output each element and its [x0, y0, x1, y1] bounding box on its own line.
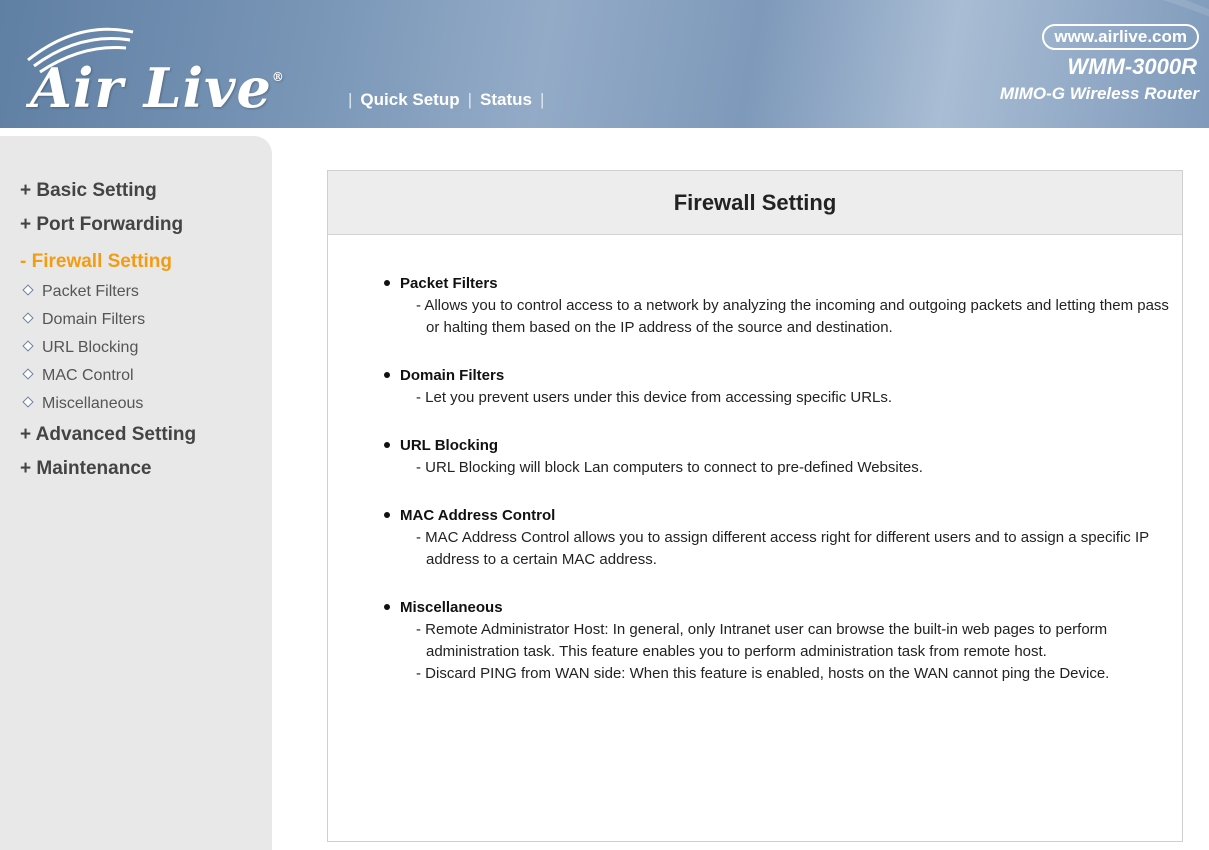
diamond-bullet-icon: [22, 312, 34, 324]
section-title: Miscellaneous: [384, 597, 1182, 619]
section-title: Domain Filters: [384, 365, 1182, 387]
sidebar-subitem-miscellaneous[interactable]: Miscellaneous: [20, 390, 196, 418]
diamond-bullet-icon: [22, 396, 34, 408]
sidebar-subitem-label: Domain Filters: [42, 311, 146, 328]
sidebar-subitem-mac-control[interactable]: MAC Control: [20, 362, 196, 390]
section-url-blocking: URL Blocking - URL Blocking will block L…: [384, 435, 1182, 479]
model-name: WMM-3000R: [1067, 54, 1197, 79]
section-description: - Allows you to control access to a netw…: [416, 297, 1169, 336]
section-domain-filters: Domain Filters - Let you prevent users u…: [384, 365, 1182, 409]
sidebar-subitem-domain-filters[interactable]: Domain Filters: [20, 306, 196, 334]
section-miscellaneous: Miscellaneous - Remote Administrator Hos…: [384, 597, 1182, 685]
sidebar-subitem-url-blocking[interactable]: URL Blocking: [20, 334, 196, 362]
section-title-text: Packet Filters: [400, 275, 498, 292]
sidebar-subitem-label: MAC Control: [42, 367, 134, 384]
quick-setup-link[interactable]: Quick Setup: [360, 90, 459, 109]
sidebar-subitem-packet-filters[interactable]: Packet Filters: [20, 278, 196, 306]
website-url[interactable]: www.airlive.com: [1042, 24, 1199, 50]
section-description: - Remote Administrator Host: In general,…: [416, 621, 1108, 660]
section-description: - Let you prevent users under this devic…: [416, 389, 893, 406]
bullet-icon: [384, 442, 390, 448]
bullet-icon: [384, 372, 390, 378]
content-panel: Firewall Setting Packet Filters - Allows…: [327, 170, 1183, 842]
sidebar-subitem-label: Packet Filters: [42, 283, 139, 300]
sidebar-menu: + Basic Setting + Port Forwarding - Fire…: [20, 174, 196, 486]
registered-mark: ®: [271, 70, 285, 84]
status-link[interactable]: Status: [480, 90, 532, 109]
bullet-icon: [384, 512, 390, 518]
sidebar-item-maintenance[interactable]: + Maintenance: [20, 452, 196, 486]
section-list: Packet Filters - Allows you to control a…: [328, 235, 1182, 685]
page-title: Firewall Setting: [328, 171, 1182, 235]
section-packet-filters: Packet Filters - Allows you to control a…: [384, 273, 1182, 339]
section-mac-address-control: MAC Address Control - MAC Address Contro…: [384, 505, 1182, 571]
section-title-text: Miscellaneous: [400, 599, 503, 616]
section-title: URL Blocking: [384, 435, 1182, 457]
sidebar-item-advanced-setting[interactable]: + Advanced Setting: [20, 418, 196, 452]
section-description: - URL Blocking will block Lan computers …: [416, 459, 923, 476]
sidebar-subitem-label: Miscellaneous: [42, 395, 144, 412]
section-title: Packet Filters: [384, 273, 1182, 295]
logo-text: Air Live: [30, 56, 272, 120]
sidebar-item-firewall-setting[interactable]: - Firewall Setting: [20, 246, 196, 278]
section-title-text: MAC Address Control: [400, 507, 556, 524]
bullet-icon: [384, 280, 390, 286]
diamond-bullet-icon: [22, 284, 34, 296]
section-title-text: Domain Filters: [400, 367, 505, 384]
section-title-text: URL Blocking: [400, 437, 499, 454]
sidebar-item-port-forwarding[interactable]: + Port Forwarding: [20, 208, 196, 242]
model-description: MIMO-G Wireless Router: [999, 84, 1199, 103]
airlive-logo[interactable]: Air Live®: [30, 56, 285, 120]
section-description: - Discard PING from WAN side: When this …: [416, 665, 1110, 682]
sidebar-subitem-label: URL Blocking: [42, 339, 139, 356]
diamond-bullet-icon: [22, 368, 34, 380]
diamond-bullet-icon: [22, 340, 34, 352]
section-title: MAC Address Control: [384, 505, 1182, 527]
sidebar: + Basic Setting + Port Forwarding - Fire…: [0, 136, 272, 850]
header-banner: Air Live® | Quick Setup | Status | www.airli…: [0, 0, 1209, 128]
top-nav: | Quick Setup | Status |: [348, 90, 545, 109]
bullet-icon: [384, 604, 390, 610]
section-description: - MAC Address Control allows you to assi…: [416, 529, 1149, 568]
sidebar-item-basic-setting[interactable]: + Basic Setting: [20, 174, 196, 208]
